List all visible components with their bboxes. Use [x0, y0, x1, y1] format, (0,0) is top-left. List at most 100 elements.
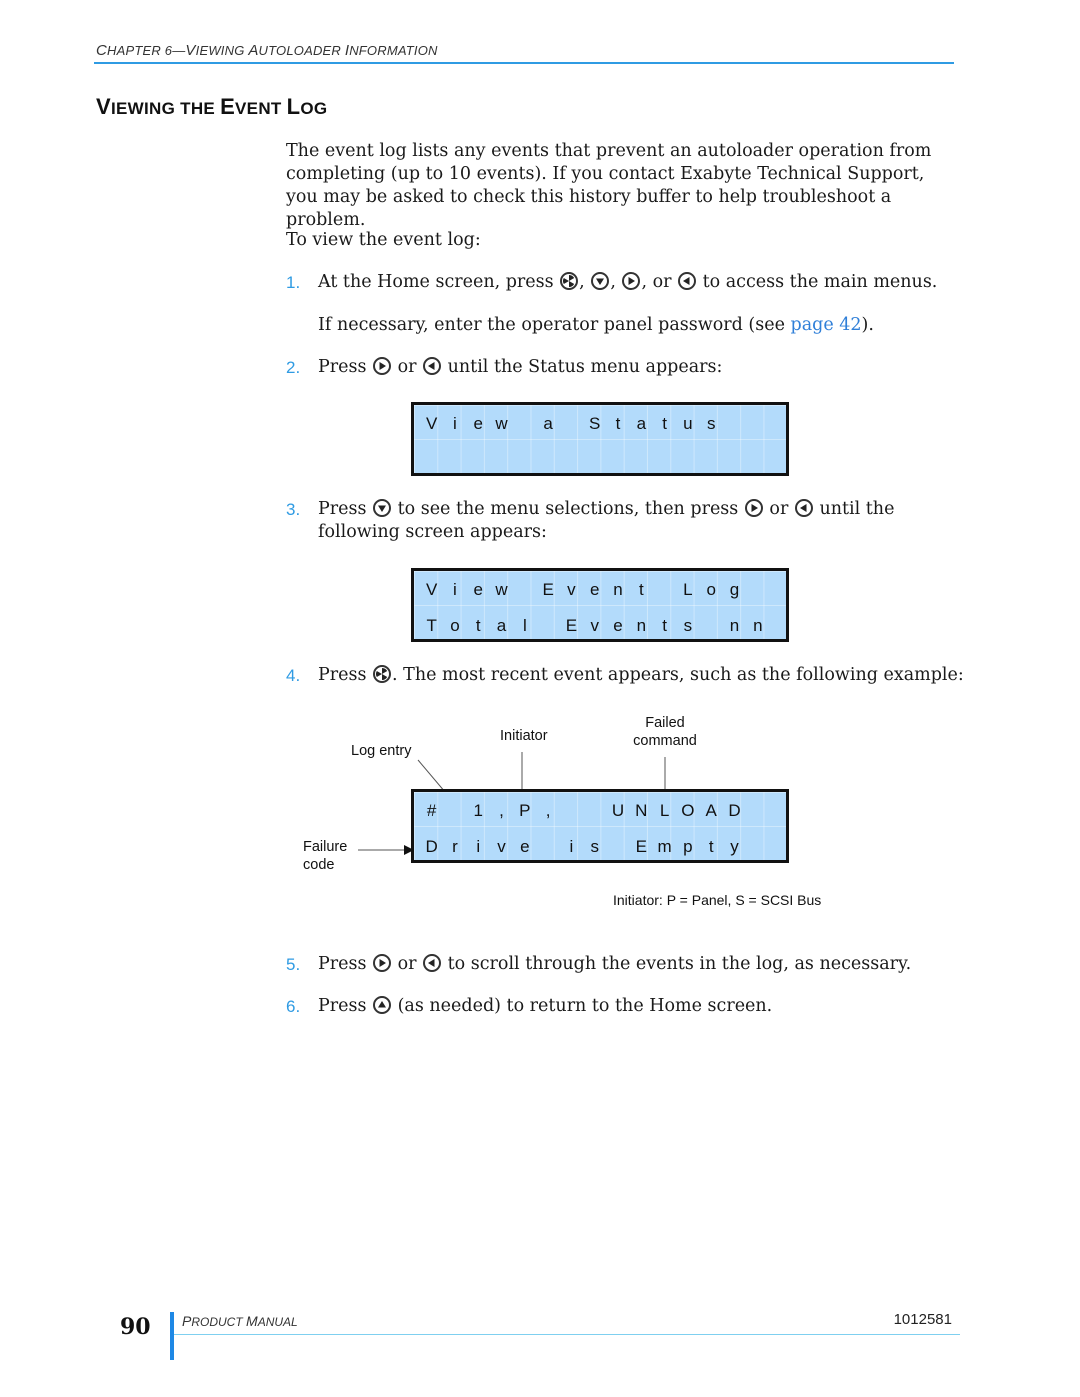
lcd-char: [653, 573, 676, 607]
lcd-char: [630, 443, 653, 477]
annotation-initiator: Initiator: [500, 728, 548, 744]
lcd-char: [723, 443, 746, 477]
step-text: Press . The most recent event appears, s…: [318, 664, 964, 687]
right-button-icon: [622, 272, 641, 290]
page-link[interactable]: page 42: [791, 315, 862, 335]
footer-text: RODUCT: [191, 1315, 247, 1329]
lcd-char: O: [681, 801, 695, 820]
lcd-char: a: [496, 616, 507, 635]
lcd-char: [746, 407, 769, 441]
step-text-part: or: [392, 954, 423, 974]
title-part: OG: [300, 99, 328, 118]
annotation-text: Failure: [303, 839, 348, 855]
running-header: CHAPTER 6—VIEWING AUTOLOADER INFORMATION: [96, 42, 438, 59]
step-text-part: Press: [318, 665, 373, 685]
header-text: IEWING: [195, 43, 249, 58]
step-text-part: until the Status menu appears:: [442, 357, 723, 377]
annotation-failure-code: Failure code: [303, 838, 347, 874]
footer-text: M: [246, 1313, 258, 1329]
lcd-char: [513, 573, 536, 607]
lcd-char: r: [452, 837, 458, 856]
lcd-status-screen: View a Status: [411, 402, 789, 476]
lcd-char: [723, 407, 746, 441]
header-text: HAPTER 6—: [107, 43, 186, 58]
lcd-char: [443, 443, 466, 477]
step-number: 6.: [286, 997, 301, 1016]
lcd-char: i: [476, 837, 481, 856]
lcd-row-2: Drive is Empty: [420, 830, 793, 864]
lcd-char: [700, 609, 723, 643]
lcd-char: s: [683, 616, 693, 635]
lcd-char: e: [473, 414, 483, 433]
step-text-part: or: [763, 499, 794, 519]
lcd-char: L: [659, 801, 670, 820]
title-part: IEWING THE: [110, 99, 221, 118]
lcd-char: E: [635, 837, 647, 856]
lcd-char: u: [683, 414, 693, 433]
left-button-icon: [794, 499, 813, 517]
step-number: 2.: [286, 358, 301, 377]
step-text-part: (as needed) to return to the Home screen…: [392, 996, 773, 1016]
lcd-char: t: [662, 414, 667, 433]
step-text: At the Home screen, press , , , or to ac…: [318, 271, 937, 294]
lcd-char: e: [473, 580, 483, 599]
lcd-char: V: [425, 414, 438, 433]
lcd-char: [700, 443, 723, 477]
lcd-char: a: [636, 414, 647, 433]
right-button-icon: [373, 954, 392, 972]
lcd-char: T: [426, 616, 437, 635]
annotation-log-entry: Log entry: [351, 743, 412, 759]
annotation-text: Failed: [645, 715, 685, 731]
title-part: E: [220, 94, 236, 119]
step-text-part: Press: [318, 499, 373, 519]
annotation-failed-command: Failed command: [630, 714, 700, 750]
lcd-char: [769, 407, 792, 441]
step-text-part: ,: [610, 272, 622, 292]
lcd-char: t: [638, 580, 644, 599]
lcd-char: [536, 609, 559, 643]
lcd-char: [746, 443, 769, 477]
lcd-row-1: View Event Log: [420, 573, 793, 607]
lcd-char: N: [635, 801, 648, 820]
lcd-char: [443, 794, 466, 828]
lcd-char: l: [522, 616, 527, 635]
lcd-char: t: [708, 837, 714, 856]
lcd-char: p: [683, 837, 693, 856]
lcd-char: n: [613, 580, 623, 599]
step-text-part: to scroll through the events in the log,…: [442, 954, 912, 974]
step-text: Press or until the Status menu appears:: [318, 356, 722, 379]
title-part: V: [96, 94, 111, 119]
lcd-char: v: [497, 837, 506, 856]
lcd-char: [606, 443, 629, 477]
lcd-char: [769, 443, 792, 477]
lcd-example-screen: # 1,P, UNLOAD Drive is Empty: [411, 789, 789, 863]
down-button-icon: [373, 499, 392, 517]
document-id: 1012581: [893, 1311, 952, 1328]
left-button-icon: [423, 357, 442, 375]
lcd-char: A: [705, 801, 717, 820]
step-text: If necessary, enter the operator panel p…: [318, 314, 874, 337]
lcd-char: i: [453, 414, 457, 433]
section-title: VIEWING THE EVENT LOG: [96, 94, 327, 120]
lcd-char: [746, 794, 769, 828]
left-button-icon: [423, 954, 442, 972]
step-text-part: Press: [318, 996, 373, 1016]
lcd-char: w: [495, 414, 508, 433]
step-text-part: to see the menu selections, then press: [392, 499, 744, 519]
step-text-part: . The most recent event appears, such as…: [392, 665, 964, 685]
lcd-char: t: [475, 616, 481, 635]
lcd-char: [746, 573, 769, 607]
lcd-char: [583, 794, 606, 828]
down-button-icon: [591, 272, 610, 290]
lcd-char: ,: [545, 801, 551, 820]
right-button-icon: [373, 357, 392, 375]
enter-button-icon: [560, 272, 579, 290]
lcd-char: [769, 794, 792, 828]
lcd-char: [513, 443, 536, 477]
lcd-char: [513, 407, 536, 441]
initiator-note: Initiator: P = Panel, S = SCSI Bus: [613, 892, 822, 908]
lcd-char: [560, 407, 583, 441]
lcd-char: [769, 609, 792, 643]
footer-manual-title: PRODUCT MANUAL: [182, 1313, 298, 1329]
lcd-char: [769, 830, 792, 864]
